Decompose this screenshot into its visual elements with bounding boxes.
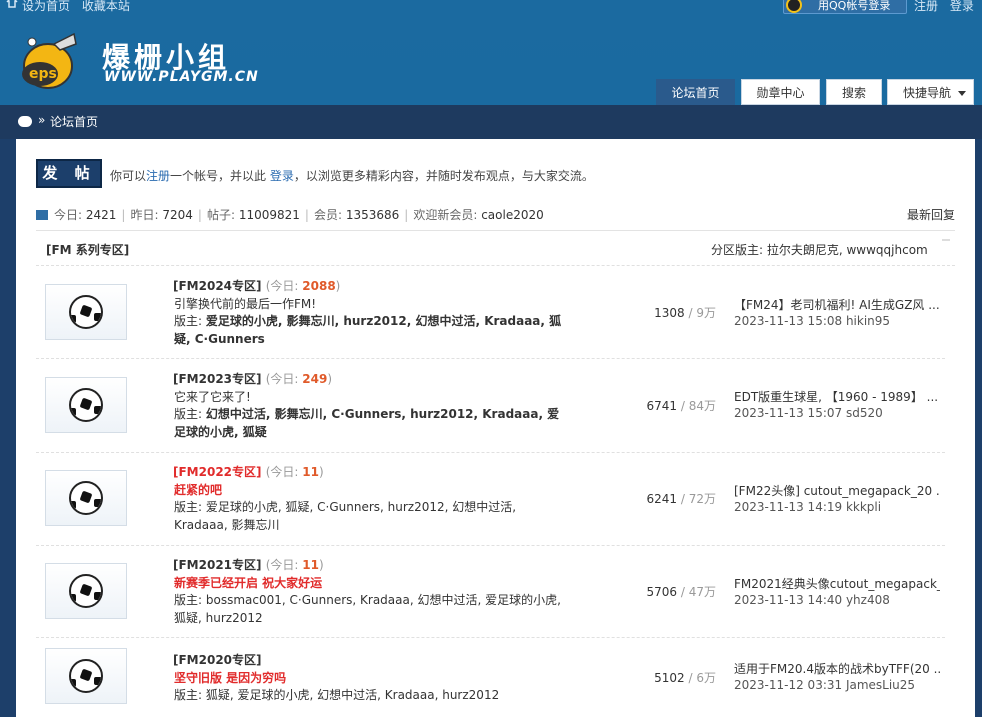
forum-today-count: (今日: 249) [265, 372, 333, 386]
forum-description: 它来了它来了! [174, 390, 251, 404]
forum-last-post-info: 2023-11-13 15:08 hikin95 [734, 314, 891, 328]
football-icon [69, 574, 103, 608]
forum-title[interactable]: [FM2020专区] [173, 651, 262, 668]
football-icon [69, 388, 103, 422]
stat-welcome-label: 欢迎新会员: [413, 208, 478, 222]
breadcrumb: » 论坛首页 [0, 105, 982, 139]
site-logo-icon[interactable]: eps [14, 30, 80, 92]
set-home-link[interactable]: 设为首页 [22, 0, 70, 13]
chevron-down-icon [958, 91, 966, 96]
forum-title[interactable]: [FM2024专区] (今日: 2088) [173, 277, 340, 294]
forum-description: 引擎换代前的最后一作FM! [174, 297, 317, 311]
forum-thumbnail[interactable] [45, 284, 127, 340]
stat-today: 2421 [85, 208, 117, 222]
guest-notice: 你可以注册一个帐号，并以此 登录，以浏览更多精彩内容，并随时发布观点，与大家交流… [110, 167, 594, 184]
nav-quick-label: 快捷导航 [903, 86, 952, 100]
register-link[interactable]: 注册 [914, 0, 938, 13]
stat-members: 1353686 [345, 208, 400, 222]
top-bar: 设为首页 收藏本站 用QQ帐号登录 注册 登录 [0, 0, 982, 14]
forum-thumbnail[interactable] [45, 377, 127, 433]
qq-icon [786, 0, 802, 13]
forum-row: [FM2022专区] (今日: 11) 赶紧的吧 版主: 爱足球的小虎, 狐疑,… [36, 453, 945, 546]
notice-text-3: ，以浏览更多精彩内容，并随时发布观点，与大家交流。 [293, 169, 594, 183]
forum-today-count: (今日: 11) [265, 558, 324, 572]
new-post-button[interactable]: 发 帖 [36, 159, 102, 188]
collapse-icon[interactable] [942, 239, 950, 241]
forum-stats: 今日: 2421 | 昨日: 7204 | 帖子: 11009821 | 会员: 13536… [36, 206, 544, 223]
forum-last-post[interactable]: 【FM24】老司机福利! AI生成GZ风 ... [734, 296, 940, 313]
forum-last-post-info: 2023-11-13 14:40 yhz408 [734, 593, 890, 607]
chat-bubble-icon[interactable] [18, 116, 32, 127]
stat-yesterday-label: 昨日: [130, 208, 159, 222]
forum-description: 坚守旧版 是因为穷吗 [174, 671, 287, 685]
section-header: [FM 系列专区] 分区版主: 拉尔夫朗尼克, wwwqqjhcom [36, 230, 955, 266]
forum-today-count: (今日: 11) [265, 465, 324, 479]
forum-moderators: 版主: 爱足球的小虎, 影舞忘川, hurz2012, 幻想中过活, Krada… [174, 314, 562, 346]
football-icon [69, 295, 103, 329]
main-content: 发 帖 你可以注册一个帐号，并以此 登录，以浏览更多精彩内容，并随时发布观点，与… [16, 139, 975, 717]
nav-quick[interactable]: 快捷导航 [887, 79, 974, 105]
forum-today-count: (今日: 2088) [265, 279, 341, 293]
latest-replies-link[interactable]: 最新回复 [907, 206, 955, 223]
forum-last-post-info: 2023-11-13 15:07 sd520 [734, 406, 883, 420]
svg-text:eps: eps [29, 66, 57, 82]
forum-last-post[interactable]: [FM22头像] cutout_megapack_20 ... [734, 482, 940, 499]
forum-last-post[interactable]: FM2021经典头像cutout_megapack_ ... [734, 575, 940, 592]
forum-row: [FM2020专区] 坚守旧版 是因为穷吗 版主: 狐疑, 爱足球的小虎, 幻想… [36, 638, 945, 717]
forum-moderators: 版主: bossmac001, C·Gunners, Kradaaa, 幻想中过… [174, 593, 561, 625]
stat-today-label: 今日: [54, 208, 83, 222]
forum-moderators: 版主: 幻想中过活, 影舞忘川, C·Gunners, hurz2012, Kr… [174, 407, 560, 439]
site-header: eps 爆栅小组 WWW.PLAYGM.CN 论坛首页 勋章中心 搜索 快捷导航 [0, 14, 982, 105]
nav-forum-home[interactable]: 论坛首页 [656, 79, 735, 105]
forum-counts: 5706 / 47万 [646, 585, 716, 599]
forum-moderators: 版主: 狐疑, 爱足球的小虎, 幻想中过活, Kradaaa, hurz2012 [174, 688, 500, 702]
forum-last-post[interactable]: 适用于FM20.4版本的战术byTFF(20 ... [734, 660, 940, 677]
nav-search[interactable]: 搜索 [826, 79, 882, 105]
home-icon [6, 0, 18, 8]
section-moderators: 分区版主: 拉尔夫朗尼克, wwwqqjhcom [711, 243, 928, 257]
forum-counts: 6241 / 72万 [646, 492, 716, 506]
notice-login-link[interactable]: 登录 [270, 169, 294, 183]
stat-posts-label: 帖子: [206, 208, 235, 222]
login-link[interactable]: 登录 [950, 0, 974, 13]
breadcrumb-current[interactable]: 论坛首页 [50, 113, 98, 130]
breadcrumb-separator: » [38, 113, 46, 127]
stat-yesterday: 7204 [162, 208, 193, 222]
forum-last-post-info: 2023-11-12 03:31 JamesLiu25 [734, 678, 916, 692]
bookmark-link[interactable]: 收藏本站 [82, 0, 130, 13]
forum-row: [FM2024专区] (今日: 2088) 引擎换代前的最后一作FM! 版主: … [36, 267, 945, 359]
football-icon [69, 659, 103, 693]
football-icon [69, 481, 103, 515]
stat-members-label: 会员: [313, 208, 342, 222]
forum-description: 新赛季已经开启 祝大家好运 [174, 576, 323, 590]
forum-title[interactable]: [FM2022专区] (今日: 11) [173, 463, 324, 480]
notice-register-link[interactable]: 注册 [146, 169, 170, 183]
qq-login-button[interactable]: 用QQ帐号登录 [783, 0, 907, 14]
notice-text-1: 你可以 [110, 169, 147, 183]
section-title[interactable]: [FM 系列专区] [46, 241, 129, 258]
forum-description: 赶紧的吧 [174, 483, 223, 497]
site-url: WWW.PLAYGM.CN [104, 69, 259, 85]
stat-posts: 11009821 [238, 208, 300, 222]
forum-row: [FM2021专区] (今日: 11) 新赛季已经开启 祝大家好运 版主: bo… [36, 546, 945, 638]
nav-medal-center[interactable]: 勋章中心 [741, 79, 820, 105]
forum-thumbnail[interactable] [45, 648, 127, 704]
forum-row: [FM2023专区] (今日: 249) 它来了它来了! 版主: 幻想中过活, … [36, 359, 945, 453]
forum-thumbnail[interactable] [45, 563, 127, 619]
qq-login-label: 用QQ帐号登录 [818, 0, 891, 12]
forum-thumbnail[interactable] [45, 470, 127, 526]
forum-counts: 6741 / 84万 [646, 399, 716, 413]
stats-chart-icon [36, 210, 48, 220]
forum-title[interactable]: [FM2021专区] (今日: 11) [173, 556, 324, 573]
forum-title[interactable]: [FM2023专区] (今日: 249) [173, 370, 332, 387]
forum-last-post-info: 2023-11-13 14:19 kkkpli [734, 500, 882, 514]
newest-member-link[interactable]: caole2020 [481, 208, 544, 222]
forum-moderators: 版主: 爱足球的小虎, 狐疑, C·Gunners, hurz2012, 幻想中… [174, 500, 517, 532]
notice-text-2: 一个帐号，并以此 [170, 169, 267, 183]
forum-counts: 1308 / 9万 [654, 306, 716, 320]
forum-last-post[interactable]: EDT版重生球星, 【1960 - 1989】 ... [734, 388, 940, 405]
forum-counts: 5102 / 6万 [654, 671, 716, 685]
